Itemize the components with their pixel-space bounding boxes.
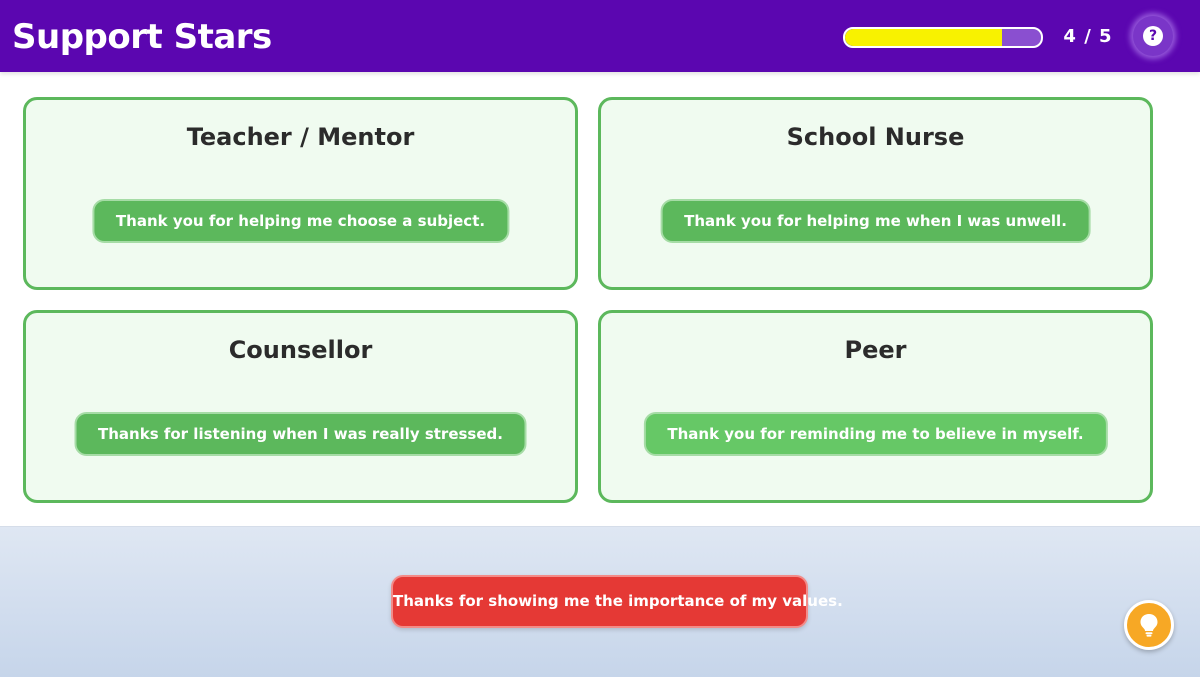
progress-counter: 4 / 5 (1063, 26, 1113, 47)
draggable-message-chip[interactable]: Thanks for showing me the importance of … (391, 575, 843, 628)
placed-message-chip[interactable]: Thank you for helping me choose a subjec… (91, 199, 510, 243)
game-title: Support Stars (12, 17, 272, 57)
drop-zone-school-nurse[interactable]: School Nurse Thank you for helping me wh… (598, 97, 1153, 290)
placed-message-chip[interactable]: Thank you for reminding me to believe in… (643, 412, 1108, 456)
game-screen: Support Stars 4 / 5 ? Teacher / Mentor T… (0, 0, 1200, 677)
drop-zone-peer[interactable]: Peer Thank you for reminding me to belie… (598, 310, 1153, 503)
card-title: Peer (844, 336, 907, 364)
drop-zone-counsellor[interactable]: Counsellor Thanks for listening when I w… (23, 310, 578, 503)
placed-message-chip[interactable]: Thanks for listening when I was really s… (74, 412, 527, 456)
question-circle-icon: ? (1143, 26, 1163, 46)
card-title: Counsellor (228, 336, 373, 364)
hint-button[interactable] (1124, 600, 1174, 650)
card-title: Teacher / Mentor (186, 123, 415, 151)
header-bar: Support Stars 4 / 5 ? (0, 0, 1200, 72)
card-title: School Nurse (786, 123, 965, 151)
drop-zone-teacher-mentor[interactable]: Teacher / Mentor Thank you for helping m… (23, 97, 578, 290)
progress-bar (843, 27, 1043, 48)
lightbulb-icon (1140, 614, 1158, 637)
placed-message-chip[interactable]: Thank you for helping me when I was unwe… (660, 199, 1091, 243)
message-tray: Thanks for showing me the importance of … (0, 526, 1200, 677)
progress-fill (845, 29, 1002, 46)
help-button[interactable]: ? (1133, 16, 1173, 56)
